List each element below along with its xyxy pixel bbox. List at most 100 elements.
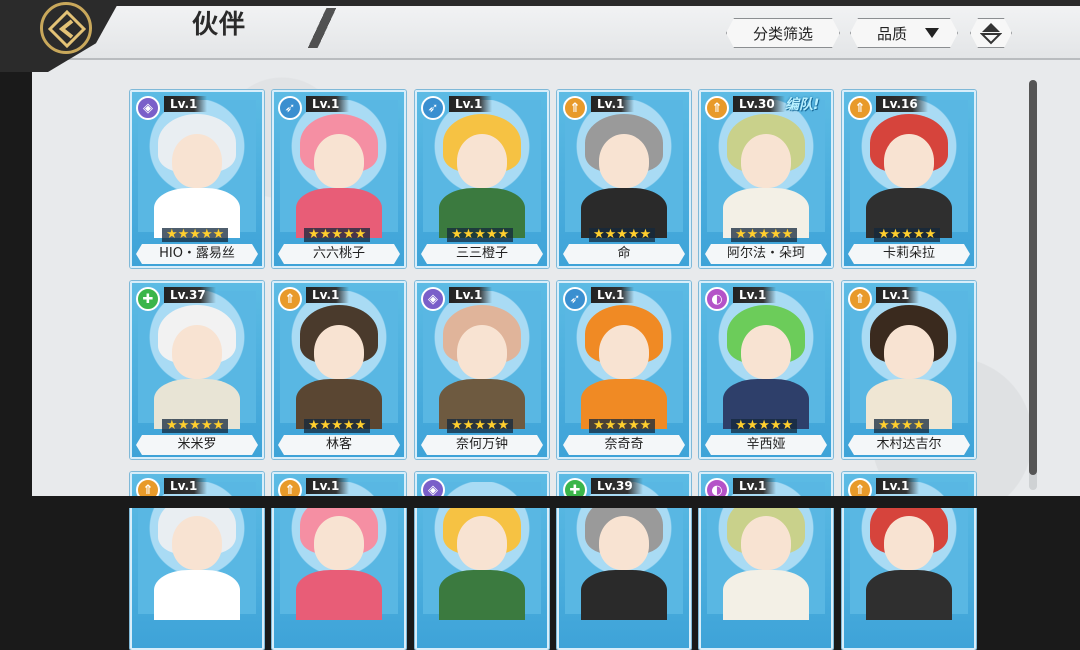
portrait-face — [599, 325, 649, 379]
sort-label: 品质 — [877, 24, 908, 43]
partner-card[interactable]: ◈ Lv.1 ★★★★★ HIO・露易丝 — [130, 90, 264, 268]
shield-icon: ◈ — [421, 287, 445, 311]
partner-card[interactable]: ⇑ Lv.1 ★★★★★ 林客 — [272, 281, 406, 459]
level-label: Lv.37 — [164, 287, 216, 303]
star-icon: ★★★★★ — [451, 227, 510, 242]
partner-card[interactable]: ✚ Lv.37 ★★★★★ 米米罗 — [130, 281, 264, 459]
star-icon: ★★★★★ — [593, 418, 652, 433]
orb-icon: ◐ — [705, 287, 729, 311]
portrait-face — [741, 325, 791, 379]
partner-card[interactable]: ➶ Lv.1 ★★★★★ 三三橙子 — [415, 90, 549, 268]
star-icon: ★★★★★ — [451, 418, 510, 433]
star-icon: ★★★★★ — [735, 418, 794, 433]
character-portrait — [280, 100, 398, 238]
character-portrait — [423, 100, 541, 238]
bow-icon: ➶ — [563, 287, 587, 311]
partner-name: 阿尔法・朵珂 — [705, 244, 827, 264]
dropdown-triangle-icon — [925, 28, 939, 38]
partner-card[interactable]: ➶ Lv.1 ★★★★★ 六六桃子 — [272, 90, 406, 268]
portrait-face — [314, 516, 364, 570]
star-rating: ★★★★★ — [162, 418, 229, 433]
portrait-body — [866, 570, 952, 620]
portrait-body — [723, 570, 809, 620]
character-portrait — [138, 291, 256, 429]
star-icon: ★★★★★ — [166, 227, 225, 242]
level-label: Lv.1 — [876, 287, 920, 303]
character-portrait — [565, 100, 683, 238]
partner-card[interactable]: ⇑ Lv.16 ★★★★★ 卡莉朵拉 — [842, 90, 976, 268]
star-rating: ★★★★★ — [304, 418, 371, 433]
portrait-face — [457, 516, 507, 570]
partner-card[interactable]: ⇑ Lv.1 ★★★★ 木村达吉尔 — [842, 281, 976, 459]
star-rating: ★★★★ — [874, 419, 929, 433]
level-label: Lv.1 — [306, 478, 350, 494]
star-rating: ★★★★★ — [731, 227, 798, 242]
partner-name: 卡莉朵拉 — [848, 244, 970, 264]
shield-icon: ◈ — [136, 96, 160, 120]
character-portrait — [850, 291, 968, 429]
blade-icon: ⇑ — [848, 287, 872, 311]
title-decoration — [282, 8, 362, 48]
filter-label: 分类筛选 — [752, 24, 813, 43]
cross-icon: ✚ — [136, 287, 160, 311]
filter-button[interactable]: 分类筛选 — [726, 18, 840, 48]
character-portrait — [565, 291, 683, 429]
character-portrait — [138, 100, 256, 238]
blade-icon: ⇑ — [278, 287, 302, 311]
star-rating: ★★★★★ — [589, 418, 656, 433]
back-arrow-icon — [48, 10, 86, 48]
level-label: Lv.1 — [876, 478, 920, 494]
bow-icon: ➶ — [421, 96, 445, 120]
portrait-face — [741, 134, 791, 188]
portrait-face — [457, 134, 507, 188]
star-rating: ★★★★★ — [874, 228, 941, 242]
level-label: Lv.1 — [449, 287, 493, 303]
partner-name: HIO・露易丝 — [136, 244, 258, 264]
level-label: Lv.1 — [733, 287, 777, 303]
bow-icon: ➶ — [278, 96, 302, 120]
portrait-face — [884, 325, 934, 379]
blade-icon: ⇑ — [705, 96, 729, 120]
character-portrait — [707, 291, 825, 429]
portrait-body — [296, 570, 382, 620]
blade-icon: ⇑ — [848, 96, 872, 120]
star-icon: ★★★★ — [878, 418, 925, 433]
portrait-face — [884, 516, 934, 570]
sort-order-button[interactable] — [970, 18, 1012, 48]
partner-card[interactable]: ⇑ Lv.1 ★★★★★ 命 — [557, 90, 691, 268]
team-badge: 编队! — [785, 97, 820, 113]
level-label: Lv.1 — [306, 96, 350, 112]
level-label: Lv.1 — [733, 478, 777, 494]
character-portrait — [850, 100, 968, 238]
portrait-face — [172, 325, 222, 379]
level-label: Lv.16 — [876, 96, 928, 112]
portrait-body — [439, 570, 525, 620]
portrait-body — [581, 570, 667, 620]
star-icon: ★★★★★ — [308, 418, 367, 433]
portrait-face — [457, 325, 507, 379]
partner-card[interactable]: ◐ Lv.1 ★★★★★ 辛西娅 — [699, 281, 833, 459]
partner-card[interactable]: ◈ Lv.1 ★★★★★ 奈何万钟 — [415, 281, 549, 459]
portrait-face — [314, 325, 364, 379]
star-icon: ★★★★★ — [166, 418, 225, 433]
scrollbar-thumb[interactable] — [1029, 80, 1037, 475]
scrollbar[interactable] — [1029, 80, 1037, 490]
partner-name: 三三橙子 — [421, 244, 543, 264]
blade-icon: ⇑ — [563, 96, 587, 120]
partner-name: 奈何万钟 — [421, 435, 543, 455]
partner-card[interactable]: ⇑ Lv.30 编队! ★★★★★ 阿尔法・朵珂 — [699, 90, 833, 268]
star-rating: ★★★★★ — [589, 228, 656, 242]
sort-dropdown[interactable]: 品质 — [850, 18, 958, 48]
portrait-face — [599, 134, 649, 188]
character-portrait — [280, 291, 398, 429]
star-icon: ★★★★★ — [308, 227, 367, 242]
star-rating: ★★★★★ — [304, 227, 371, 242]
star-icon: ★★★★★ — [735, 227, 794, 242]
partner-card[interactable]: ➶ Lv.1 ★★★★★ 奈奇奇 — [557, 281, 691, 459]
level-label: Lv.39 — [591, 478, 643, 494]
partner-name: 米米罗 — [136, 435, 258, 455]
star-rating: ★★★★★ — [731, 418, 798, 433]
partner-name: 命 — [563, 244, 685, 264]
partner-name: 奈奇奇 — [563, 435, 685, 455]
portrait-face — [741, 516, 791, 570]
